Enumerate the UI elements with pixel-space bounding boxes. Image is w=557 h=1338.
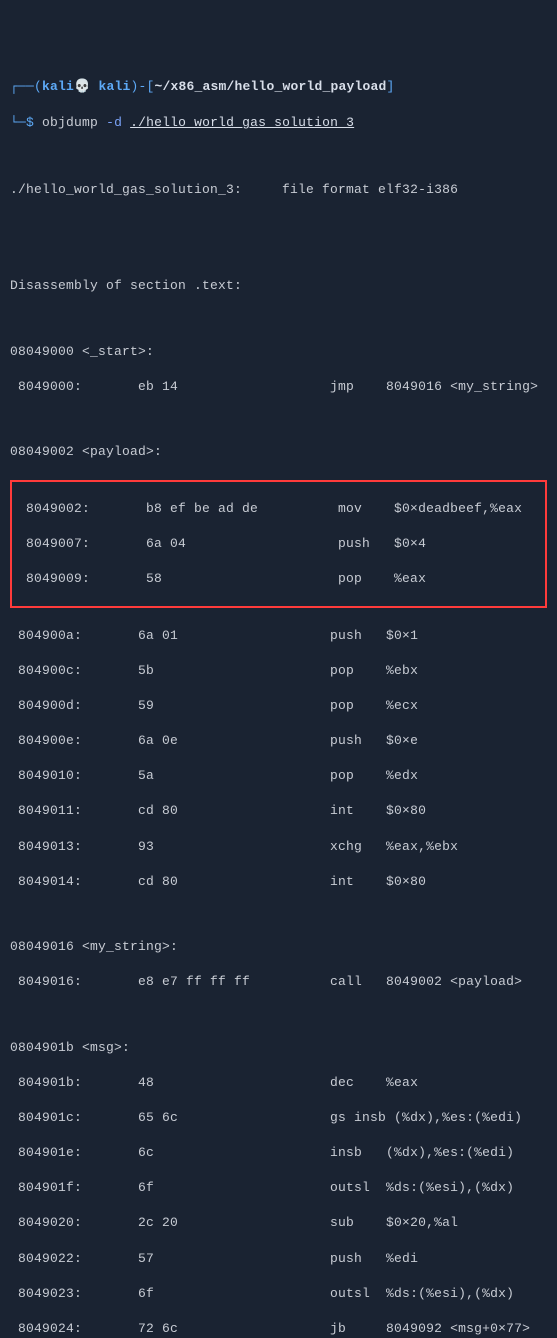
prompt-user: kali: [42, 79, 74, 94]
disasm-row: 8049009: 58 pop %eax: [18, 570, 539, 588]
disasm-row: 8049011: cd 80 int $0×80: [10, 802, 547, 820]
prompt-close2: ]: [387, 79, 395, 94]
prompt-1-line-2[interactable]: └─$ objdump -d ./hello world gas solutio…: [10, 114, 547, 132]
skull-icon: 💀: [74, 79, 90, 94]
disasm-row: 804900d: 59 pop %ecx: [10, 697, 547, 715]
disasm-row: 8049000: eb 14 jmp 8049016 <my_string>: [10, 378, 547, 396]
disasm-row: 804901c: 65 6c gs insb (%dx),%es:(%edi): [10, 1109, 547, 1127]
symbol-start: 08049000 <_start>:: [10, 343, 547, 361]
symbol-payload: 08049002 <payload>:: [10, 443, 547, 461]
disasm-row: 8049023: 6f outsl %ds:(%esi),(%dx): [10, 1285, 547, 1303]
disasm-row: 8049024: 72 6c jb 8049092 <msg+0×77>: [10, 1320, 547, 1338]
disasm-row: 8049002: b8 ef be ad de mov $0×deadbeef,…: [18, 500, 539, 518]
disasm-row: 804901b: 48 dec %eax: [10, 1074, 547, 1092]
dollar-icon: $: [26, 115, 34, 130]
disasm-row: 8049010: 5a pop %edx: [10, 767, 547, 785]
prompt-line2-open: └─: [10, 115, 26, 130]
section-header: Disassembly of section .text:: [10, 277, 547, 295]
disasm-row: 8049016: e8 e7 ff ff ff call 8049002 <pa…: [10, 973, 547, 991]
symbol-mystring: 08049016 <my_string>:: [10, 938, 547, 956]
disasm-row: 804900e: 6a 0e push $0×e: [10, 732, 547, 750]
disasm-row: 8049007: 6a 04 push $0×4: [18, 535, 539, 553]
highlight-box: 8049002: b8 ef be ad de mov $0×deadbeef,…: [10, 480, 547, 609]
symbol-msg: 0804901b <msg>:: [10, 1039, 547, 1057]
disasm-row: 804900c: 5b pop %ebx: [10, 662, 547, 680]
prompt-path: ~/x86_asm/hello_world_payload: [154, 79, 386, 94]
disasm-row: 8049013: 93 xchg %eax,%ebx: [10, 838, 547, 856]
disasm-row: 804901f: 6f outsl %ds:(%esi),(%dx): [10, 1179, 547, 1197]
prompt-host: kali: [98, 79, 130, 94]
disasm-row: 804900a: 6a 01 push $0×1: [10, 627, 547, 645]
file-header: ./hello_world_gas_solution_3: file forma…: [10, 181, 547, 199]
prompt-1-line-1: ┌──(kali💀 kali)-[~/x86_asm/hello_world_p…: [10, 78, 547, 96]
disasm-row: 8049022: 57 push %edi: [10, 1250, 547, 1268]
file-argument: ./hello world gas solution 3: [130, 115, 354, 130]
disasm-row: 8049014: cd 80 int $0×80: [10, 873, 547, 891]
disasm-row: 804901e: 6c insb (%dx),%es:(%edi): [10, 1144, 547, 1162]
prompt-close1: )-[: [130, 79, 154, 94]
opt-d: -d: [106, 115, 122, 130]
cmd-objdump: objdump: [42, 115, 98, 130]
disasm-row: 8049020: 2c 20 sub $0×20,%al: [10, 1214, 547, 1232]
prompt-open: ┌──(: [10, 79, 42, 94]
